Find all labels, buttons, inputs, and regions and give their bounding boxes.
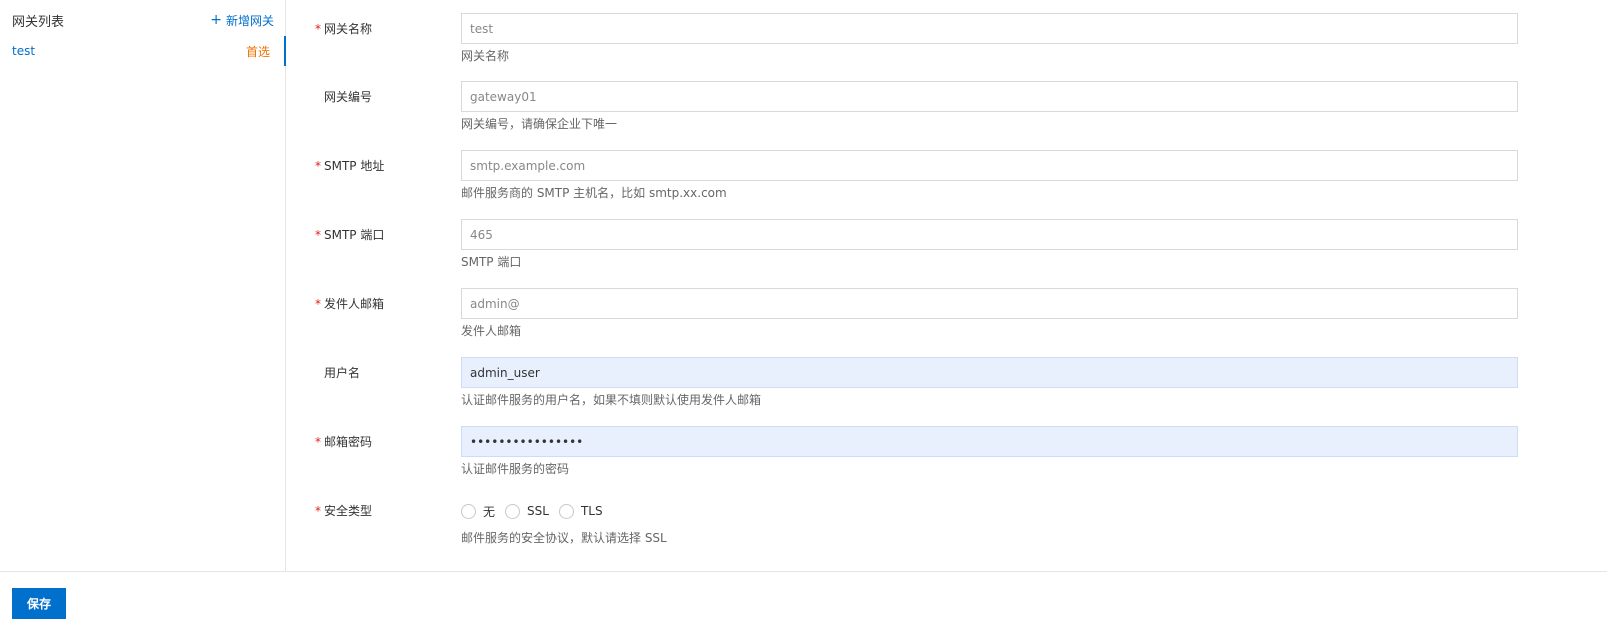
gateway-name-input[interactable] [461,13,1518,44]
gateway-id-input[interactable] [461,81,1518,112]
radio-circle-icon [505,503,521,519]
required-mark: * [315,504,321,518]
sidebar-title: 网关列表 [12,14,65,30]
required-mark: * [315,159,321,173]
sidebar-header: 网关列表 + 新增网关 [12,12,274,30]
sender-email-label: 发件人邮箱 [324,297,385,311]
gateway-settings-page: 网关列表 + 新增网关 test 首选 * 网关名称 网关名称 网关编号 网关编… [0,0,1607,637]
smtp-port-input[interactable] [461,219,1518,250]
required-mark: * [315,435,321,449]
password-input[interactable] [461,426,1518,457]
gateway-form: * 网关名称 网关名称 网关编号 网关编号，请确保企业下唯一 * SMTP 地址… [286,0,1607,571]
security-type-radio-group: 无 SSL TLS [461,503,613,519]
gateway-name-label: 网关名称 [324,22,373,36]
form-row-smtp-port: * SMTP 端口 SMTP 端口 [286,206,1607,269]
gateway-id-help: 网关编号，请确保企业下唯一 [461,117,618,131]
radio-circle-icon [558,503,574,519]
smtp-host-input[interactable] [461,150,1518,181]
username-input[interactable] [461,357,1518,388]
smtp-port-help: SMTP 端口 [461,255,522,269]
form-row-password: * 邮箱密码 认证邮件服务的密码 [286,413,1607,476]
form-row-gateway-name: * 网关名称 网关名称 [286,0,1607,63]
radio-none[interactable]: 无 [461,503,495,520]
security-type-label: 安全类型 [324,504,373,518]
gateway-list-item[interactable]: test 首选 [0,36,286,66]
smtp-port-label: SMTP 端口 [324,228,385,242]
radio-ssl-label: SSL [527,504,549,518]
form-row-gateway-id: 网关编号 网关编号，请确保企业下唯一 [286,68,1607,131]
gateway-name-help: 网关名称 [461,49,510,63]
add-gateway-button[interactable]: + 新增网关 [210,12,274,29]
gateway-item-name: test [12,44,36,58]
gateway-list-sidebar: 网关列表 + 新增网关 test 首选 [0,0,286,571]
password-help: 认证邮件服务的密码 [461,462,570,476]
sender-email-input[interactable] [461,288,1518,319]
radio-none-label: 无 [483,504,496,519]
required-mark: * [315,297,321,311]
password-label: 邮箱密码 [324,435,373,449]
sender-email-help: 发件人邮箱 [461,324,522,338]
smtp-host-help: 邮件服务商的 SMTP 主机名，比如 smtp.xx.com [461,186,727,200]
radio-circle-icon [461,503,476,519]
required-mark: * [315,228,321,242]
form-footer: 保存 [0,571,1607,637]
username-help: 认证邮件服务的用户名，如果不填则默认使用发件人邮箱 [461,393,762,407]
smtp-host-label: SMTP 地址 [324,159,385,173]
gateway-id-label: 网关编号 [324,90,373,104]
radio-ssl[interactable]: SSL [505,503,549,519]
form-row-sender-email: * 发件人邮箱 发件人邮箱 [286,275,1607,338]
security-type-help: 邮件服务的安全协议，默认请选择 SSL [461,531,667,545]
required-mark: * [315,22,321,36]
radio-tls[interactable]: TLS [558,503,603,519]
username-label: 用户名 [324,366,361,380]
radio-tls-label: TLS [580,504,603,518]
save-button[interactable]: 保存 [12,588,66,619]
form-row-username: 用户名 认证邮件服务的用户名，如果不填则默认使用发件人邮箱 [286,344,1607,407]
form-row-smtp-host: * SMTP 地址 邮件服务商的 SMTP 主机名，比如 smtp.xx.com [286,137,1607,200]
plus-icon: + [210,12,222,28]
preferred-badge: 首选 [245,44,270,59]
add-gateway-label: 新增网关 [225,13,274,28]
